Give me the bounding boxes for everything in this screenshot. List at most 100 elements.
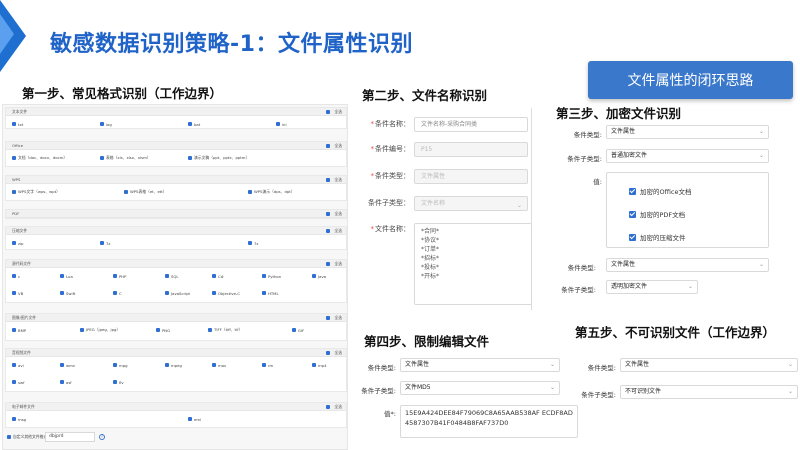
- select-all-checkbox[interactable]: [326, 405, 330, 409]
- select-all-checkbox[interactable]: [326, 178, 330, 182]
- format-checkbox[interactable]: swf: [12, 378, 24, 386]
- option-encrypted-archive[interactable]: 加密的压缩文件: [629, 232, 686, 242]
- checkbox-checked-icon: [629, 233, 636, 241]
- format-checkbox[interactable]: Swift: [60, 289, 75, 297]
- unrec-type-select[interactable]: 文件属性 ⌄: [620, 358, 798, 372]
- condition-subtype-select[interactable]: 文件名称 ⌄: [414, 196, 528, 211]
- enc-type-select[interactable]: 文件属性 ⌄: [606, 125, 769, 139]
- format-checkbox[interactable]: PNG: [156, 326, 170, 334]
- format-checkbox[interactable]: Lua: [60, 272, 73, 280]
- format-checkbox-label: C#: [218, 273, 224, 279]
- format-checkbox[interactable]: asf: [60, 378, 72, 386]
- format-checkbox[interactable]: SQL: [165, 272, 179, 280]
- format-checkbox[interactable]: 文档（doc、docx、docm）: [12, 154, 67, 162]
- condition-name-input[interactable]: 文件名称-采购合同类: [414, 117, 528, 132]
- checkbox-checked-icon: [12, 190, 16, 194]
- select-all-checkbox[interactable]: [326, 262, 330, 266]
- format-checkbox[interactable]: Java: [312, 272, 326, 280]
- format-checkbox[interactable]: 7z: [248, 239, 258, 247]
- option-encrypted-pdf[interactable]: 加密的PDF文档: [629, 209, 685, 219]
- format-checkbox[interactable]: log: [100, 120, 112, 128]
- checkbox-checked-icon: [248, 190, 252, 194]
- format-checkbox[interactable]: C: [113, 289, 122, 297]
- format-checkbox[interactable]: WPS演示（dps、dpt）: [248, 188, 295, 196]
- format-checkbox[interactable]: eml: [188, 415, 201, 423]
- format-checkbox[interactable]: BMP: [12, 326, 26, 334]
- format-checkbox[interactable]: bat: [188, 120, 200, 128]
- help-icon[interactable]: ?: [99, 434, 105, 440]
- format-checkbox[interactable]: rm: [262, 361, 273, 369]
- checkbox-checked-icon: [12, 380, 16, 384]
- condition-type-input[interactable]: 文件属性: [414, 169, 528, 184]
- select-all-label: 全选: [334, 109, 342, 114]
- format-checkbox[interactable]: JPEG（jpeg、jpg）: [80, 326, 120, 334]
- custom-format-checkbox[interactable]: 自定义其他文件格式: [7, 433, 47, 441]
- format-checkbox-label: eml: [194, 416, 202, 422]
- format-checkbox[interactable]: 7z: [100, 239, 110, 247]
- select-all-label: 全选: [334, 261, 342, 266]
- checkbox-checked-icon: [188, 156, 192, 160]
- format-checkbox[interactable]: HTML: [262, 289, 279, 297]
- checkbox-checked-icon: [276, 122, 280, 126]
- checkbox-checked-icon: [629, 210, 636, 218]
- select-all-checkbox[interactable]: [326, 316, 330, 320]
- format-checkbox[interactable]: msg: [12, 415, 26, 423]
- format-checkbox[interactable]: WPS文字（wps、wpt）: [12, 188, 60, 196]
- select-all-checkbox[interactable]: [326, 229, 330, 233]
- enc-subtype-select-2[interactable]: 透明加密文件 ⌄: [606, 280, 698, 294]
- format-checkbox[interactable]: PHP: [113, 272, 126, 280]
- format-checkbox[interactable]: 演示文稿（ppt、pptx、pptm）: [188, 154, 249, 162]
- format-checkbox[interactable]: GIF: [292, 326, 304, 334]
- format-checkbox[interactable]: avi: [12, 361, 24, 369]
- format-checkbox-label: WPS表格（et、ett）: [130, 189, 167, 194]
- format-checkbox-label: JPEG（jpeg、jpg）: [86, 327, 121, 332]
- format-group: 压缩文件 全选 zip 7z 7z: [5, 226, 347, 250]
- enc-subtype-select[interactable]: 普通加密文件 ⌄: [606, 149, 769, 163]
- format-checkbox[interactable]: TIFF（tiff、tif）: [208, 326, 242, 334]
- md5-subtype-select[interactable]: 文件MD5 ⌄: [400, 381, 560, 395]
- md5-value-field[interactable]: 15E9A424DEE84F79069C8A65AAB538AF ECDF8AD…: [400, 405, 578, 438]
- format-checkbox-label: PNG: [162, 327, 171, 333]
- select-all-label: 全选: [334, 211, 342, 216]
- format-checkbox[interactable]: mov: [212, 361, 226, 369]
- checkbox-checked-icon: [60, 380, 64, 384]
- enc-type-select-2[interactable]: 文件属性 ⌄: [606, 258, 769, 272]
- option-encrypted-office[interactable]: 加密的Office文档: [629, 186, 691, 196]
- format-checkbox[interactable]: JavaScript: [165, 289, 190, 297]
- format-checkbox[interactable]: zip: [12, 239, 23, 247]
- format-checkbox[interactable]: flv: [113, 378, 124, 386]
- format-checkbox[interactable]: mpeg: [165, 361, 182, 369]
- select-all-label: 全选: [334, 228, 342, 233]
- format-checkbox[interactable]: C#: [212, 272, 224, 280]
- custom-format-label: 自定义其他文件格式: [13, 434, 48, 439]
- format-checkbox-label: PHP: [119, 273, 127, 279]
- format-checkbox-label: 7z: [254, 240, 259, 246]
- format-checkbox-label: swf: [18, 379, 25, 385]
- format-checkbox[interactable]: WPS表格（et、ett）: [124, 188, 167, 196]
- format-checkbox[interactable]: ini: [276, 120, 287, 128]
- unrec-subtype-select[interactable]: 不可识别文件 ⌄: [620, 385, 798, 399]
- format-checkbox[interactable]: VB: [12, 289, 23, 297]
- format-checkbox[interactable]: mpg: [113, 361, 128, 369]
- custom-format-input[interactable]: dbjprd: [45, 432, 95, 442]
- format-group-name: Office: [12, 143, 24, 148]
- format-group-name: WPS: [12, 177, 21, 182]
- select-all-checkbox[interactable]: [326, 351, 330, 355]
- condition-id-input[interactable]: P15: [414, 142, 528, 157]
- format-checkbox-label: HTML: [268, 290, 279, 296]
- select-all-checkbox[interactable]: [326, 110, 330, 114]
- format-checkbox-label: wmv: [66, 362, 76, 368]
- md5-type-select[interactable]: 文件属性 ⌄: [400, 358, 560, 372]
- filename-textarea[interactable]: *合同* *协议* *订单* *招标* *投标* *开标*: [414, 223, 532, 305]
- format-checkbox[interactable]: mp4: [312, 361, 327, 369]
- checkbox-checked-icon: [156, 328, 160, 332]
- format-checkbox[interactable]: wmv: [60, 361, 75, 369]
- select-all-checkbox[interactable]: [326, 144, 330, 148]
- select-all-checkbox[interactable]: [326, 212, 330, 216]
- format-checkbox[interactable]: txt: [12, 120, 23, 128]
- format-checkbox[interactable]: c: [12, 272, 20, 280]
- format-group: 文本文件 全选 txt log bat ini: [5, 107, 347, 129]
- format-checkbox[interactable]: Python: [262, 272, 281, 280]
- format-checkbox[interactable]: 表格（xls、xlsx、xlsm）: [100, 154, 151, 162]
- format-checkbox[interactable]: Objective-C: [212, 289, 240, 297]
